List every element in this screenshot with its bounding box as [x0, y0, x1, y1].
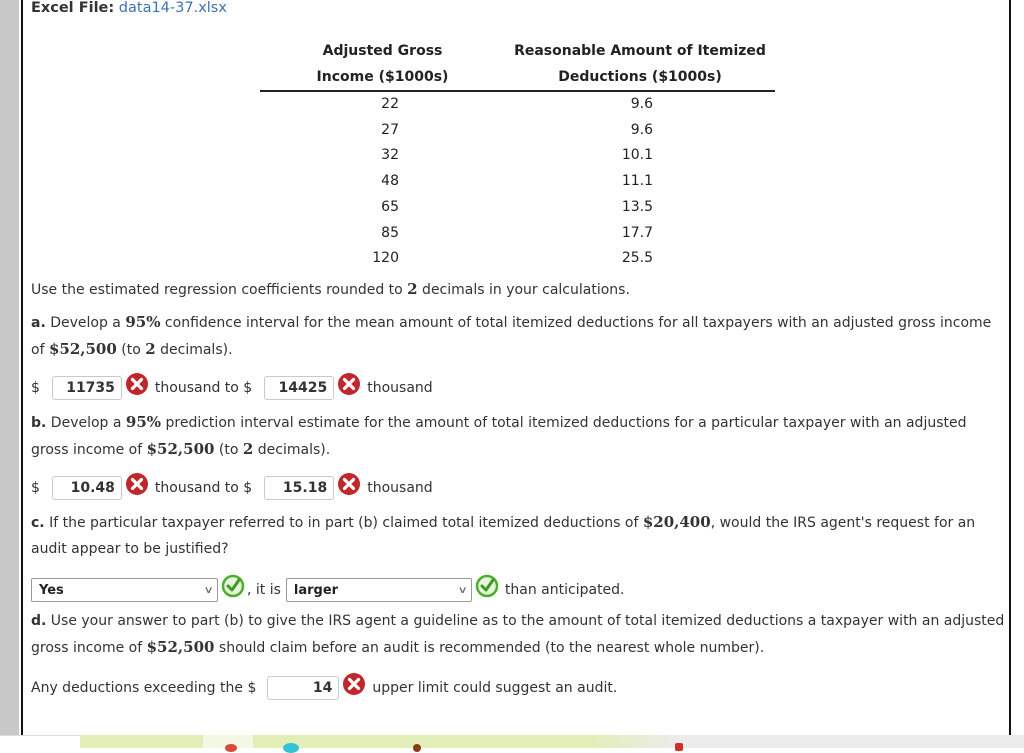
- chevron-down-icon: ∨: [203, 584, 214, 596]
- incorrect-icon: [338, 373, 361, 395]
- audit-justified-select[interactable]: Yes ∨: [31, 578, 218, 602]
- part-b-answer: $ 10.48 thousand to $ 15.18 thousand: [31, 473, 433, 500]
- part-a-upper-input[interactable]: 14425: [264, 376, 335, 400]
- left-gutter: [0, 0, 19, 735]
- excel-file-line: Excel File: data14-37.xlsx: [31, 0, 227, 16]
- correct-icon: [475, 574, 499, 598]
- incorrect-icon: [338, 473, 361, 495]
- comparison-select[interactable]: larger ∨: [285, 578, 472, 602]
- strip-brown-icon: [413, 744, 421, 752]
- instruction-text: Use the estimated regression coefficient…: [31, 280, 630, 298]
- table-row: 85 17.7: [381, 224, 653, 241]
- table-row: 120 25.5: [372, 250, 653, 267]
- column-header-income: Adjusted Gross Income ($1000s): [260, 38, 505, 92]
- data-table: Adjusted Gross Income ($1000s) Reasonabl…: [260, 38, 775, 272]
- incorrect-icon: [343, 673, 366, 695]
- bottom-strip-left: [0, 735, 80, 749]
- part-d-question: d. Use your answer to part (b) to give t…: [31, 613, 1005, 656]
- incorrect-icon: [125, 373, 148, 395]
- strip-teal-icon: [283, 743, 299, 753]
- column-header-deductions: Reasonable Amount of Itemized Deductions…: [505, 38, 775, 92]
- excel-file-link[interactable]: data14-37.xlsx: [119, 0, 227, 16]
- part-d-answer: Any deductions exceeding the $ 14 upper …: [31, 673, 617, 700]
- part-d-upper-limit-input[interactable]: 14: [267, 676, 340, 700]
- part-b-lower-input[interactable]: 10.48: [51, 476, 122, 500]
- excel-file-label: Excel File:: [31, 0, 115, 16]
- incorrect-icon: [125, 473, 148, 495]
- table-row: 27 9.6: [381, 121, 653, 138]
- table-row: 32 10.1: [381, 147, 653, 164]
- part-c-answer: Yes ∨ , it is larger ∨ than anticipated.: [31, 574, 625, 602]
- part-a-lower-input[interactable]: 11735: [51, 376, 122, 400]
- table-row: 22 9.6: [381, 96, 653, 112]
- table-row: 65 13.5: [381, 198, 653, 215]
- part-b-upper-input[interactable]: 15.18: [264, 476, 335, 500]
- part-c-question: c. If the particular taxpayer referred t…: [31, 513, 976, 557]
- part-a-question: a. Develop a 95% confidence interval for…: [31, 313, 992, 358]
- strip-red-icon: [225, 744, 237, 752]
- part-b-question: b. Develop a 95% prediction interval est…: [31, 413, 967, 458]
- strip-red-marker-icon: [675, 743, 683, 751]
- table-row: 48 11.1: [381, 173, 653, 190]
- right-border: [1009, 0, 1011, 735]
- left-border: [21, 0, 23, 735]
- correct-icon: [221, 574, 245, 598]
- bottom-strip-bar: [80, 735, 680, 748]
- part-a-answer: $ 11735 thousand to $ 14425 thousand: [31, 373, 433, 400]
- chevron-down-icon: ∨: [457, 584, 468, 596]
